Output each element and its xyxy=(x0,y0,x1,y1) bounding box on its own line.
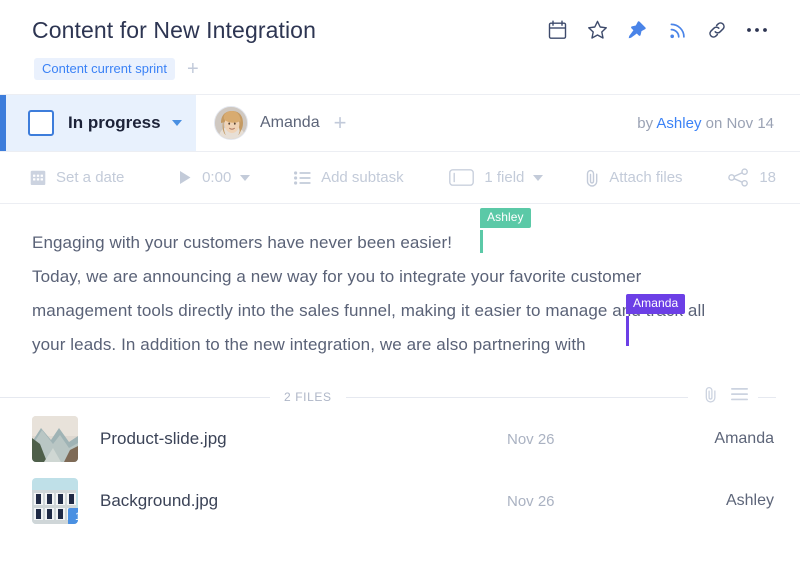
chevron-down-icon xyxy=(240,174,251,181)
timer-label: 0:00 xyxy=(202,169,232,186)
attach-files-label: Attach files xyxy=(609,169,683,186)
task-meta: by Ashley on Nov 14 xyxy=(637,115,800,132)
add-tag-button[interactable]: + xyxy=(181,59,205,79)
star-icon[interactable] xyxy=(586,19,608,41)
paperclip-icon xyxy=(585,169,599,187)
collab-cursor-caret-amanda xyxy=(626,316,629,346)
files-divider: 2 FILES xyxy=(0,386,800,408)
file-thumbnail xyxy=(32,416,78,462)
collab-cursor-label-amanda: Amanda xyxy=(626,294,686,314)
status-bar: In progress Amanda + by Ashley on Nov 14 xyxy=(0,94,800,152)
list-view-icon[interactable] xyxy=(731,388,748,406)
meta-suffix: on Nov 14 xyxy=(701,114,774,132)
tag-list: Content current sprint + xyxy=(34,58,776,80)
table-row[interactable]: Product-slide.jpg Nov 26 Amanda xyxy=(0,408,800,470)
file-date: Nov 26 xyxy=(507,430,555,448)
more-icon[interactable] xyxy=(746,19,768,41)
share-button[interactable]: 18 xyxy=(728,168,776,187)
collab-cursor-caret-ashley xyxy=(480,230,483,253)
add-assignee-button[interactable]: + xyxy=(334,112,347,134)
file-thumbnail: 1 xyxy=(32,478,78,524)
share-count: 18 xyxy=(759,169,776,186)
add-subtask-button[interactable]: Add subtask xyxy=(294,169,404,186)
assignee-name: Amanda xyxy=(260,114,320,131)
task-complete-checkbox[interactable] xyxy=(28,110,54,136)
files-count-label: 2 FILES xyxy=(284,390,332,404)
files-header-icons xyxy=(688,386,758,408)
file-date: Nov 26 xyxy=(507,492,555,510)
task-toolbar: Set a date 0:00 Add subtask 1 field Atta… xyxy=(0,152,800,204)
task-description: Engaging with your customers have never … xyxy=(0,204,800,372)
assignee-group: Amanda + xyxy=(214,106,346,140)
fields-label: 1 field xyxy=(484,169,525,186)
subtask-list-icon xyxy=(294,170,311,185)
fields-button[interactable]: 1 field xyxy=(449,169,544,186)
file-name: Background.jpg xyxy=(100,491,219,510)
chevron-down-icon xyxy=(533,174,544,181)
table-row[interactable]: 1 Background.jpg Nov 26 Ashley xyxy=(0,470,800,532)
feed-icon[interactable] xyxy=(666,19,688,41)
set-date-label: Set a date xyxy=(56,169,125,186)
description-text[interactable]: Engaging with your customers have never … xyxy=(32,204,768,372)
link-icon[interactable] xyxy=(706,19,728,41)
timer-button[interactable]: 0:00 xyxy=(179,169,251,186)
description-line-2: Today, we are announcing a new way for y… xyxy=(32,267,642,286)
pin-icon[interactable] xyxy=(626,19,648,41)
description-line-1: Engaging with your customers have never … xyxy=(32,233,453,252)
status-label: In progress xyxy=(68,113,161,132)
divider-line-end xyxy=(758,396,776,398)
tag-chip[interactable]: Content current sprint xyxy=(34,58,176,80)
file-name: Product-slide.jpg xyxy=(100,429,227,448)
paperclip-icon[interactable] xyxy=(704,386,717,408)
field-input-icon xyxy=(449,169,475,186)
chevron-down-icon xyxy=(171,120,182,126)
attach-files-button[interactable]: Attach files xyxy=(585,169,683,187)
share-icon xyxy=(728,168,749,187)
status-dropdown[interactable]: In progress xyxy=(0,95,196,151)
meta-prefix: by xyxy=(637,114,657,132)
header-action-icons xyxy=(546,14,776,41)
divider-line-right xyxy=(345,396,688,398)
status-accent-bar xyxy=(0,95,6,151)
description-line-4: your leads. In addition to the new integ… xyxy=(32,335,586,354)
task-detail-page: Content for New Integration Content curr… xyxy=(0,0,800,577)
avatar[interactable] xyxy=(214,106,248,140)
calendar-grid-icon xyxy=(30,169,46,186)
file-owner: Ashley xyxy=(725,492,774,509)
play-icon xyxy=(179,170,192,185)
divider-line-left xyxy=(0,396,270,398)
add-subtask-label: Add subtask xyxy=(321,169,404,186)
page-title: Content for New Integration xyxy=(32,17,316,43)
set-date-button[interactable]: Set a date xyxy=(30,169,124,186)
collab-cursor-label-ashley: Ashley xyxy=(480,208,531,228)
file-owner: Amanda xyxy=(714,430,774,447)
page-header: Content for New Integration Content curr… xyxy=(0,0,800,80)
meta-author-link[interactable]: Ashley xyxy=(656,115,701,132)
calendar-icon[interactable] xyxy=(546,19,568,41)
comment-count-badge[interactable]: 1 xyxy=(68,508,78,524)
